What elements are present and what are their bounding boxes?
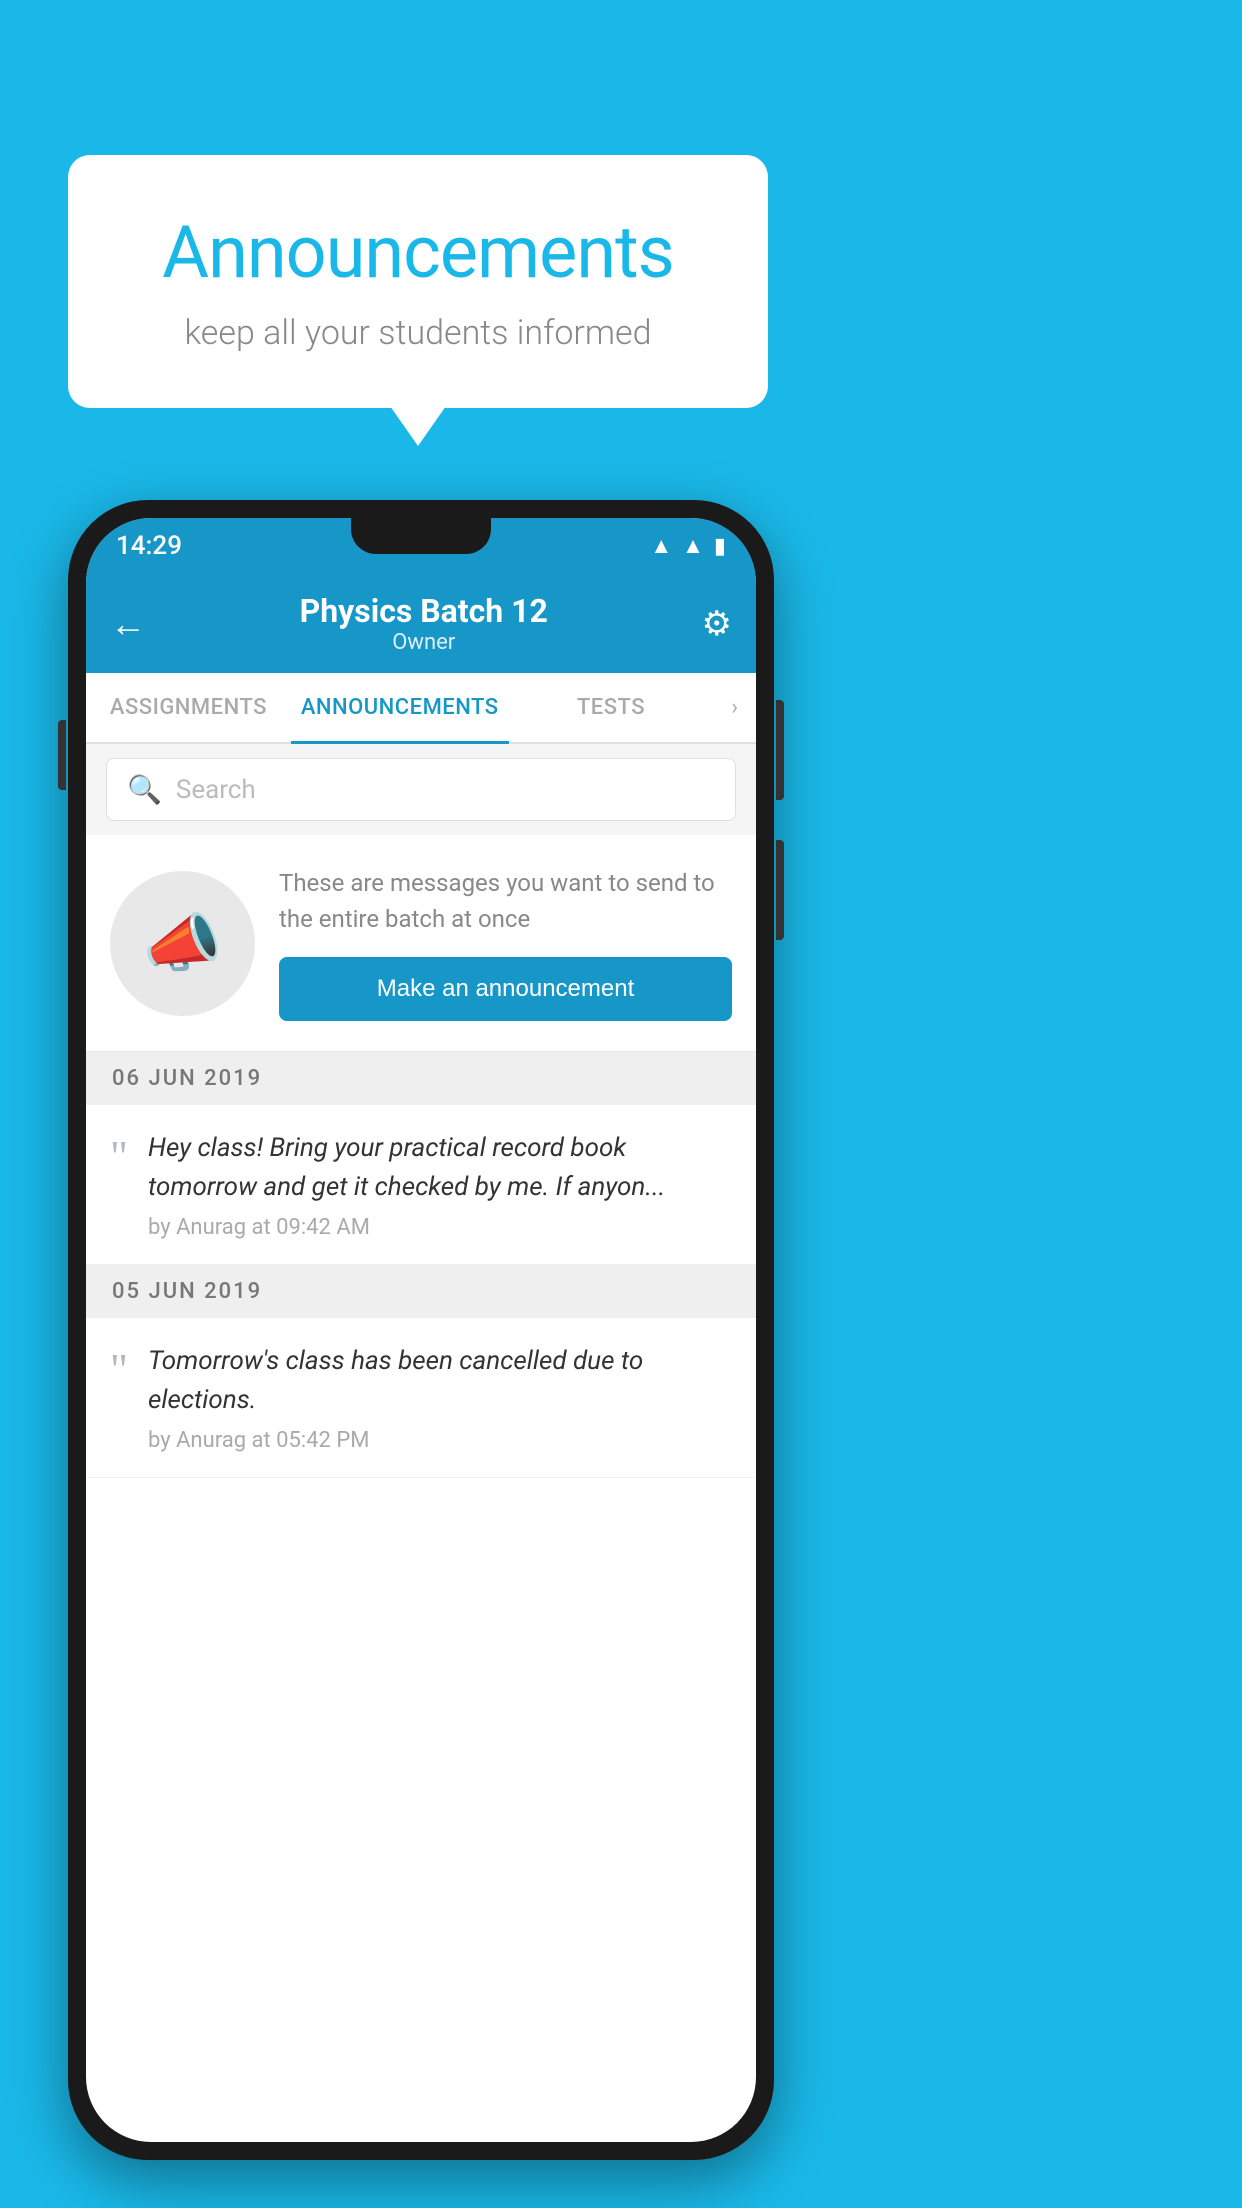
announcement-content-2: Tomorrow's class has been cancelled due … [148, 1342, 732, 1453]
power-button [776, 700, 784, 800]
announcement-content-1: Hey class! Bring your practical record b… [148, 1129, 732, 1240]
power-button-2 [776, 840, 784, 940]
phone-mockup: 14:29 ▲ ▲ ▮ ← Physics Batch 12 Owner ⚙ A… [68, 500, 774, 2160]
search-placeholder: Search [176, 775, 256, 805]
announcement-right: These are messages you want to send to t… [279, 865, 732, 1021]
make-announcement-button[interactable]: Make an announcement [279, 957, 732, 1021]
status-bar: 14:29 ▲ ▲ ▮ [86, 518, 756, 574]
notch [351, 518, 491, 554]
announcements-subtitle: keep all your students informed [128, 313, 708, 353]
search-icon: 🔍 [127, 773, 162, 806]
battery-icon: ▮ [714, 534, 726, 559]
announcement-message-1: Hey class! Bring your practical record b… [148, 1129, 732, 1207]
volume-button [58, 720, 66, 790]
quote-icon-2: " [110, 1342, 128, 1392]
announcement-item-2[interactable]: " Tomorrow's class has been cancelled du… [86, 1318, 756, 1478]
status-icons: ▲ ▲ ▮ [650, 533, 726, 559]
signal-icon: ▲ [682, 533, 704, 559]
date-separator-2: 05 JUN 2019 [86, 1265, 756, 1318]
tab-tests[interactable]: TESTS [509, 673, 714, 742]
megaphone-icon: 📣 [143, 906, 223, 981]
tab-assignments[interactable]: ASSIGNMENTS [86, 673, 291, 742]
phone-screen: 14:29 ▲ ▲ ▮ ← Physics Batch 12 Owner ⚙ A… [86, 518, 756, 2142]
tab-more[interactable]: › [713, 673, 756, 742]
settings-icon[interactable]: ⚙ [702, 604, 732, 644]
speech-bubble-container: Announcements keep all your students inf… [68, 155, 768, 408]
megaphone-circle: 📣 [110, 871, 255, 1016]
announcement-prompt: 📣 These are messages you want to send to… [86, 835, 756, 1052]
announcement-meta-1: by Anurag at 09:42 AM [148, 1215, 732, 1240]
wifi-icon: ▲ [650, 533, 672, 559]
announcement-message-2: Tomorrow's class has been cancelled due … [148, 1342, 732, 1420]
app-header: ← Physics Batch 12 Owner ⚙ [86, 574, 756, 673]
announcement-item-1[interactable]: " Hey class! Bring your practical record… [86, 1105, 756, 1265]
announcements-title: Announcements [128, 210, 708, 295]
batch-name: Physics Batch 12 [300, 592, 548, 630]
announcement-meta-2: by Anurag at 05:42 PM [148, 1428, 732, 1453]
announcement-desc: These are messages you want to send to t… [279, 865, 732, 937]
speech-bubble: Announcements keep all your students inf… [68, 155, 768, 408]
tabs: ASSIGNMENTS ANNOUNCEMENTS TESTS › [86, 673, 756, 744]
tab-announcements[interactable]: ANNOUNCEMENTS [291, 673, 509, 742]
quote-icon-1: " [110, 1129, 128, 1179]
back-button[interactable]: ← [110, 603, 146, 645]
search-container: 🔍 Search [86, 744, 756, 835]
date-separator-1: 06 JUN 2019 [86, 1052, 756, 1105]
header-center: Physics Batch 12 Owner [300, 592, 548, 655]
search-box[interactable]: 🔍 Search [106, 758, 736, 821]
owner-label: Owner [300, 630, 548, 655]
status-time: 14:29 [116, 531, 182, 561]
